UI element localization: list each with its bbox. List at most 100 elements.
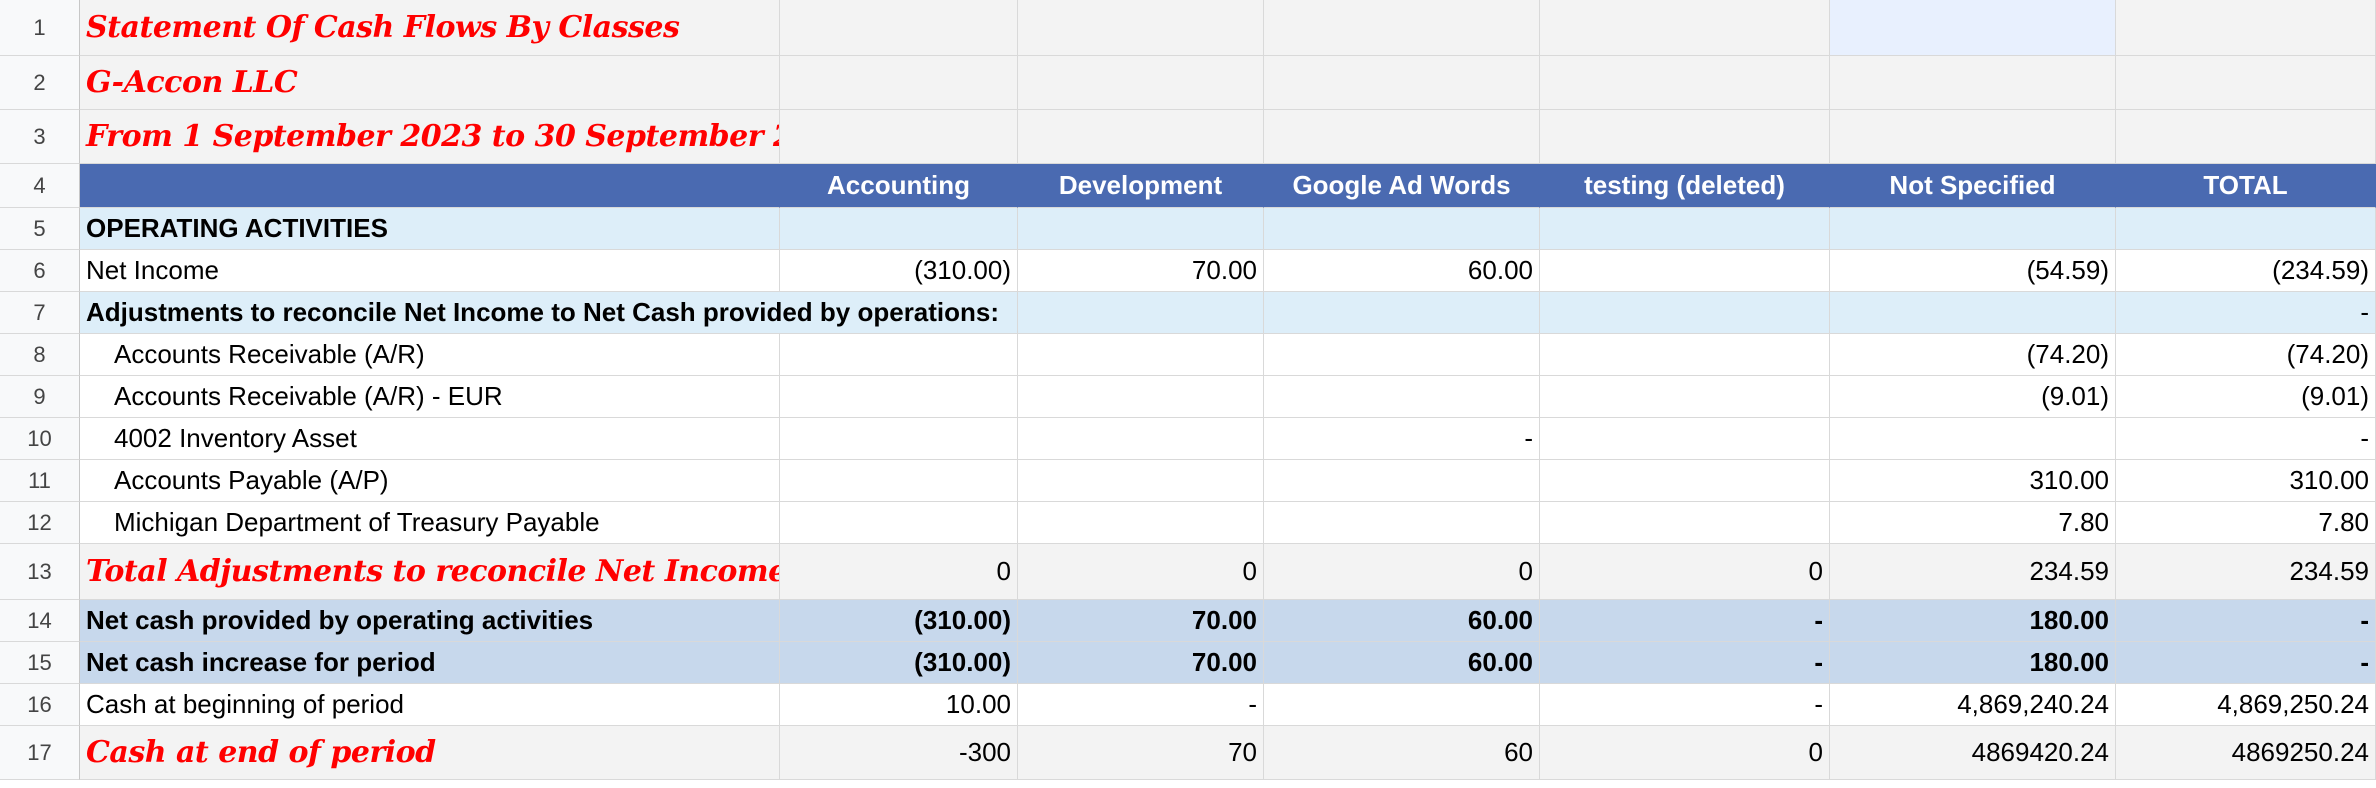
row-header[interactable]: 6 xyxy=(0,250,80,292)
data-cell[interactable] xyxy=(1540,0,1830,56)
data-cell[interactable]: 70 xyxy=(1018,726,1264,780)
column-header[interactable]: testing (deleted) xyxy=(1540,164,1830,208)
data-cell[interactable]: 4869250.24 xyxy=(2116,726,2376,780)
data-cell[interactable] xyxy=(780,110,1018,164)
data-cell[interactable]: (310.00) xyxy=(780,600,1018,642)
data-cell[interactable] xyxy=(1018,208,1264,250)
data-cell[interactable] xyxy=(2116,110,2376,164)
data-cell[interactable] xyxy=(1540,208,1830,250)
data-cell[interactable] xyxy=(1018,334,1264,376)
row-header[interactable]: 3 xyxy=(0,110,80,164)
row-header[interactable]: 16 xyxy=(0,684,80,726)
data-cell[interactable]: 4869420.24 xyxy=(1830,726,2116,780)
row-label-cell[interactable]: Michigan Department of Treasury Payable xyxy=(80,502,780,544)
data-cell[interactable] xyxy=(1540,250,1830,292)
data-cell[interactable]: 234.59 xyxy=(2116,544,2376,600)
data-cell[interactable] xyxy=(780,0,1018,56)
data-cell[interactable]: 70.00 xyxy=(1018,250,1264,292)
row-header[interactable]: 9 xyxy=(0,376,80,418)
data-cell[interactable] xyxy=(780,418,1018,460)
data-cell[interactable]: - xyxy=(1540,642,1830,684)
row-label-cell[interactable] xyxy=(80,164,780,208)
data-cell[interactable] xyxy=(1018,418,1264,460)
data-cell[interactable]: 7.80 xyxy=(2116,502,2376,544)
data-cell[interactable] xyxy=(1018,0,1264,56)
row-header[interactable]: 4 xyxy=(0,164,80,208)
data-cell[interactable]: 60.00 xyxy=(1264,250,1540,292)
data-cell[interactable] xyxy=(1830,208,2116,250)
row-label-cell[interactable]: Net cash increase for period xyxy=(80,642,780,684)
data-cell[interactable] xyxy=(1540,460,1830,502)
row-label-cell[interactable]: Cash at beginning of period xyxy=(80,684,780,726)
data-cell[interactable]: (234.59) xyxy=(2116,250,2376,292)
data-cell[interactable] xyxy=(1264,376,1540,418)
data-cell[interactable] xyxy=(1018,110,1264,164)
data-cell[interactable]: 180.00 xyxy=(1830,600,2116,642)
row-header[interactable]: 7 xyxy=(0,292,80,334)
data-cell[interactable]: (54.59) xyxy=(1830,250,2116,292)
data-cell[interactable] xyxy=(2116,0,2376,56)
data-cell[interactable] xyxy=(1540,56,1830,110)
data-cell[interactable]: 4,869,250.24 xyxy=(2116,684,2376,726)
data-cell[interactable] xyxy=(1830,56,2116,110)
row-label-cell[interactable]: G-Accon LLC xyxy=(80,56,780,110)
data-cell[interactable]: 70.00 xyxy=(1018,600,1264,642)
data-cell[interactable] xyxy=(1264,208,1540,250)
row-header[interactable]: 10 xyxy=(0,418,80,460)
data-cell[interactable]: 70.00 xyxy=(1018,642,1264,684)
row-header[interactable]: 2 xyxy=(0,56,80,110)
data-cell[interactable]: 234.59 xyxy=(1830,544,2116,600)
data-cell[interactable]: - xyxy=(1018,684,1264,726)
column-header[interactable]: TOTAL xyxy=(2116,164,2376,208)
data-cell[interactable]: 0 xyxy=(1540,726,1830,780)
row-header[interactable]: 1 xyxy=(0,0,80,56)
data-cell[interactable] xyxy=(1830,418,2116,460)
data-cell[interactable] xyxy=(1264,110,1540,164)
data-cell[interactable]: 60.00 xyxy=(1264,642,1540,684)
data-cell[interactable] xyxy=(1264,334,1540,376)
row-label-cell[interactable]: From 1 September 2023 to 30 September 20… xyxy=(80,110,780,164)
data-cell[interactable]: - xyxy=(1540,684,1830,726)
column-header[interactable]: Not Specified xyxy=(1830,164,2116,208)
data-cell[interactable] xyxy=(780,460,1018,502)
data-cell[interactable] xyxy=(1540,376,1830,418)
data-cell[interactable]: 60 xyxy=(1264,726,1540,780)
data-cell[interactable] xyxy=(1264,56,1540,110)
row-label-cell[interactable]: Accounts Receivable (A/R) - EUR xyxy=(80,376,780,418)
data-cell[interactable]: 10.00 xyxy=(780,684,1018,726)
row-header[interactable]: 11 xyxy=(0,460,80,502)
data-cell[interactable] xyxy=(1830,0,2116,56)
data-cell[interactable]: (310.00) xyxy=(780,642,1018,684)
data-cell[interactable]: -300 xyxy=(780,726,1018,780)
row-label-cell[interactable]: Accounts Payable (A/P) xyxy=(80,460,780,502)
row-label-cell[interactable]: 4002 Inventory Asset xyxy=(80,418,780,460)
data-cell[interactable]: 310.00 xyxy=(1830,460,2116,502)
row-header[interactable]: 14 xyxy=(0,600,80,642)
data-cell[interactable]: 0 xyxy=(780,544,1018,600)
data-cell[interactable]: - xyxy=(2116,642,2376,684)
row-label-cell[interactable]: Total Adjustments to reconcile Net Incom… xyxy=(80,544,780,600)
data-cell[interactable]: 310.00 xyxy=(2116,460,2376,502)
data-cell[interactable] xyxy=(1830,110,2116,164)
data-cell[interactable] xyxy=(780,376,1018,418)
data-cell[interactable]: - xyxy=(2116,292,2376,334)
data-cell[interactable]: - xyxy=(1540,600,1830,642)
data-cell[interactable]: 60.00 xyxy=(1264,600,1540,642)
data-cell[interactable] xyxy=(1264,292,1540,334)
data-cell[interactable]: (9.01) xyxy=(2116,376,2376,418)
data-cell[interactable]: 180.00 xyxy=(1830,642,2116,684)
data-cell[interactable] xyxy=(1540,502,1830,544)
row-label-cell[interactable]: Adjustments to reconcile Net Income to N… xyxy=(80,292,999,334)
data-cell[interactable]: 0 xyxy=(1018,544,1264,600)
data-cell[interactable]: (74.20) xyxy=(1830,334,2116,376)
data-cell[interactable] xyxy=(1830,292,2116,334)
row-header[interactable]: 5 xyxy=(0,208,80,250)
data-cell[interactable] xyxy=(1264,502,1540,544)
row-header[interactable]: 12 xyxy=(0,502,80,544)
data-cell[interactable]: - xyxy=(1264,418,1540,460)
data-cell[interactable] xyxy=(780,208,1018,250)
row-label-cell[interactable]: Accounts Receivable (A/R) xyxy=(80,334,780,376)
data-cell[interactable] xyxy=(1018,292,1264,334)
data-cell[interactable] xyxy=(1540,334,1830,376)
data-cell[interactable]: 0 xyxy=(1540,544,1830,600)
